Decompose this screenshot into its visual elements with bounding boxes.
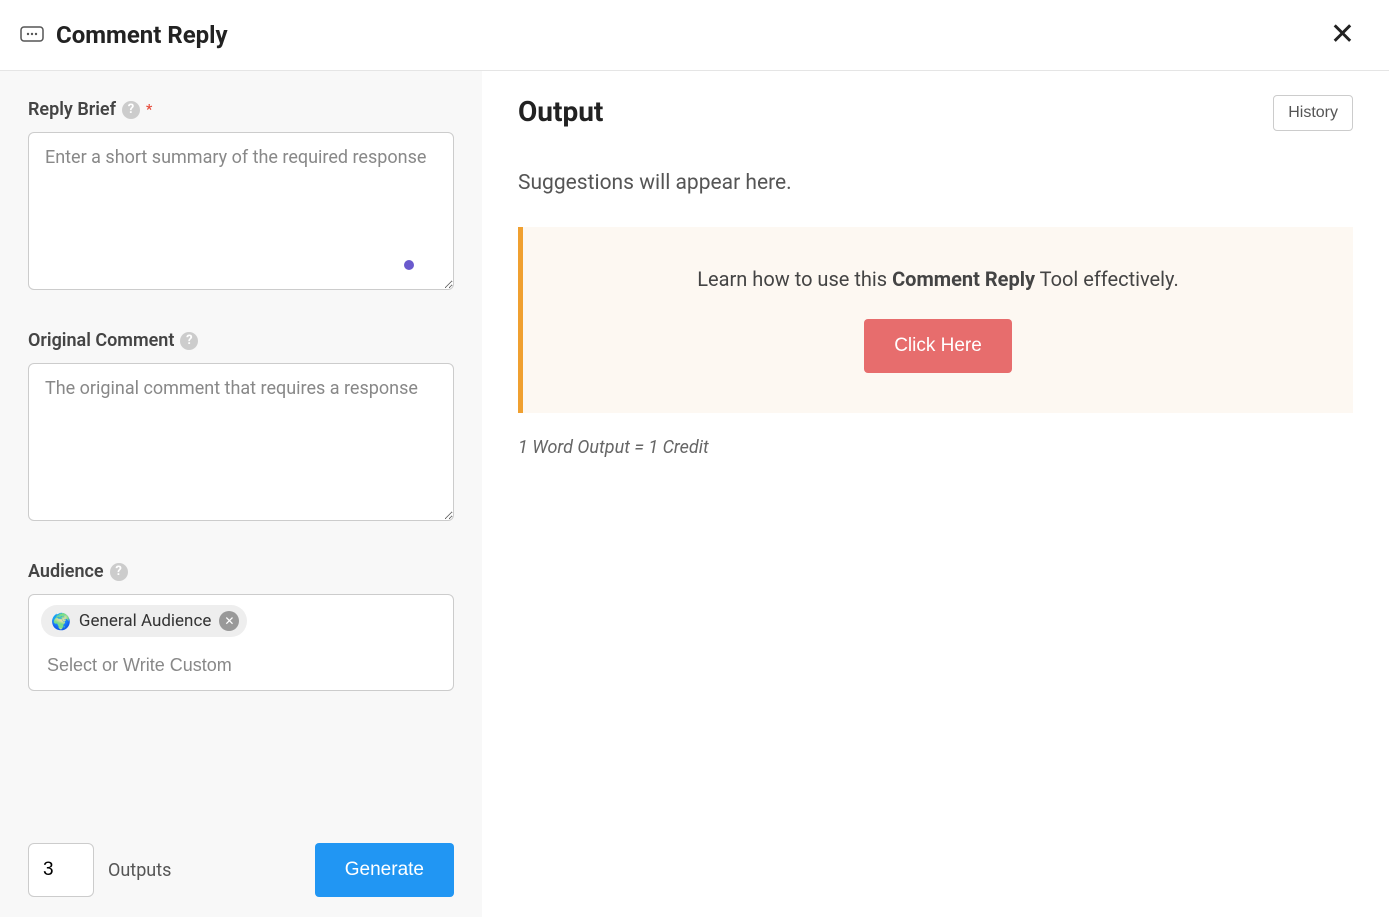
help-icon[interactable]: ?	[122, 101, 140, 119]
help-icon[interactable]: ?	[110, 563, 128, 581]
right-panel: Output History Suggestions will appear h…	[482, 71, 1389, 917]
reply-brief-field: Reply Brief ? *	[28, 99, 454, 294]
audience-input[interactable]	[41, 651, 441, 680]
audience-label-row: Audience ?	[28, 561, 454, 582]
output-header: Output History	[518, 95, 1353, 131]
outputs-count-input[interactable]	[28, 843, 94, 897]
learn-text: Learn how to use this Comment Reply Tool…	[543, 267, 1333, 291]
globe-icon: 🌍	[51, 612, 71, 631]
tag-remove-button[interactable]: ✕	[219, 611, 239, 631]
learn-box: Learn how to use this Comment Reply Tool…	[518, 227, 1353, 413]
credit-text: 1 Word Output = 1 Credit	[518, 437, 1353, 458]
original-comment-input[interactable]	[28, 363, 454, 521]
footer-bar: Outputs Generate	[0, 823, 482, 917]
click-here-button[interactable]: Click Here	[864, 319, 1012, 373]
original-comment-label-row: Original Comment ?	[28, 330, 454, 351]
required-asterisk: *	[146, 102, 152, 118]
history-button[interactable]: History	[1273, 95, 1353, 131]
learn-bold: Comment Reply	[892, 267, 1035, 291]
header-left: Comment Reply	[20, 21, 228, 49]
generate-button[interactable]: Generate	[315, 843, 454, 897]
audience-label: Audience	[28, 561, 104, 582]
header: Comment Reply ✕	[0, 0, 1389, 71]
outputs-group: Outputs	[28, 843, 171, 897]
audience-field: Audience ? 🌍 General Audience ✕	[28, 561, 454, 691]
original-comment-label: Original Comment	[28, 330, 174, 351]
left-panel: Reply Brief ? * Original Comment ? Audie…	[0, 71, 482, 917]
audience-tag-text: General Audience	[79, 611, 211, 631]
comment-icon	[20, 26, 44, 44]
indicator-dot	[404, 260, 414, 270]
reply-brief-input[interactable]	[28, 132, 454, 290]
outputs-label: Outputs	[108, 860, 171, 881]
next-field-partial	[28, 727, 454, 737]
close-button[interactable]: ✕	[1326, 20, 1359, 50]
close-icon: ✕	[1330, 18, 1355, 51]
audience-box[interactable]: 🌍 General Audience ✕	[28, 594, 454, 691]
form-scroll[interactable]: Reply Brief ? * Original Comment ? Audie…	[0, 71, 482, 823]
learn-prefix: Learn how to use this	[697, 267, 892, 291]
page-title: Comment Reply	[56, 21, 228, 49]
help-icon[interactable]: ?	[180, 332, 198, 350]
audience-tag: 🌍 General Audience ✕	[41, 605, 247, 637]
original-comment-field: Original Comment ?	[28, 330, 454, 525]
reply-brief-label: Reply Brief	[28, 99, 116, 120]
output-title: Output	[518, 95, 603, 128]
main: Reply Brief ? * Original Comment ? Audie…	[0, 71, 1389, 917]
learn-suffix: Tool effectively.	[1035, 267, 1179, 291]
reply-brief-label-row: Reply Brief ? *	[28, 99, 454, 120]
suggestions-placeholder: Suggestions will appear here.	[518, 171, 1353, 195]
